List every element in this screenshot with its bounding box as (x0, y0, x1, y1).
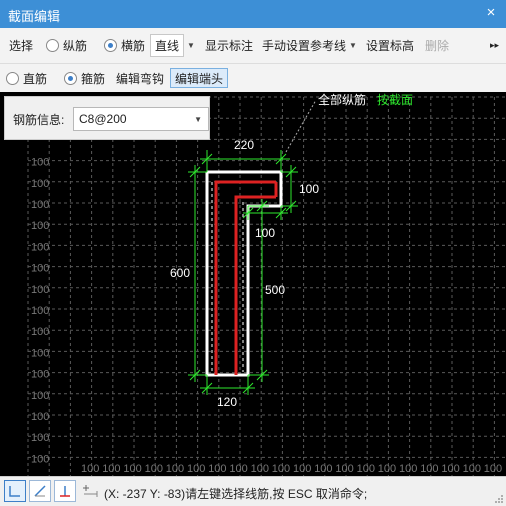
radio-stirrup-label: 箍筋 (81, 71, 106, 86)
rebar-info-value: C8@200 (79, 112, 127, 126)
grid-label: 100 (441, 463, 459, 475)
radio-transverse-label: 横筋 (121, 39, 146, 53)
chevron-down-icon: ▼ (194, 115, 202, 124)
grid-label: 100 (145, 463, 163, 475)
radio-checked-icon (64, 71, 77, 85)
chevron-down-icon: ▼ (187, 41, 195, 50)
manual-ref-line-dropdown[interactable]: 手动设置参考线 ▼ (262, 28, 357, 63)
window-title: 截面编辑 (8, 9, 61, 24)
grid-label: 100 (31, 453, 49, 465)
grid-label: 100 (81, 463, 99, 475)
grid-label: 100 (31, 369, 49, 381)
radio-icon (46, 39, 59, 52)
grid-label: 100 (187, 463, 205, 475)
grid-label: 100 (399, 463, 417, 475)
set-elevation-button[interactable]: 设置标高 (366, 28, 414, 63)
grid-label: 100 (229, 463, 247, 475)
grid-label: 100 (463, 463, 481, 475)
radio-longitudinal-label: 纵筋 (63, 39, 88, 53)
grid-label: 100 (31, 326, 49, 338)
polar-mode-icon[interactable] (29, 480, 51, 502)
radio-icon (6, 71, 19, 85)
grid-label: 100 (208, 463, 226, 475)
grid-label: 100 (272, 463, 290, 475)
grid-label: 100 (31, 157, 49, 169)
close-icon[interactable]: × (482, 4, 500, 22)
edit-end-button[interactable]: 编辑端头 (170, 64, 229, 92)
show-annotation-label: 显示标注 (205, 39, 254, 53)
stirrup-outer (214, 180, 276, 375)
line-type-value: 直线 (150, 34, 185, 57)
radio-checked-icon (104, 39, 117, 52)
rebar-info-label: 钢筋信息: (13, 113, 65, 127)
more-label: ▸▸ (490, 40, 500, 50)
grid-label: 100 (31, 241, 49, 253)
dim-flange-height: 100 (299, 182, 319, 196)
note-by-section: 按截面 (377, 93, 413, 107)
delete-button[interactable]: 删除 (425, 28, 449, 63)
select-label: 选择 (9, 39, 34, 53)
delete-label: 删除 (425, 39, 450, 53)
section-outline (205, 170, 283, 377)
radio-stirrup[interactable]: 箍筋 (64, 64, 105, 92)
chevron-down-icon: ▼ (349, 41, 357, 50)
radio-straight-label: 直筋 (23, 71, 48, 86)
title-bar: 截面编辑 × (0, 0, 506, 28)
grid-label: 100 (31, 284, 49, 296)
grid-label: 100 (31, 178, 49, 190)
grid-label: 100 (31, 411, 49, 423)
edit-end-label: 编辑端头 (170, 68, 229, 88)
grid-label: 100 (378, 463, 396, 475)
show-annotation-button[interactable]: 显示标注 (205, 28, 253, 63)
grid-label: 100 (31, 305, 49, 317)
grid-label: 100 (102, 463, 120, 475)
grid-label: 100 (31, 199, 49, 211)
grid-label: 100 (123, 463, 141, 475)
resize-grip-icon[interactable] (494, 494, 504, 504)
section-drawing: 1001001001001001001001001001001001001001… (27, 92, 506, 476)
rebar-info-panel: 钢筋信息: C8@200 ▼ (4, 96, 210, 140)
grid-label: 100 (357, 463, 375, 475)
line-type-dropdown[interactable]: 直线 ▼ (150, 28, 195, 63)
radio-longitudinal[interactable]: 纵筋 (46, 28, 87, 63)
secondary-toolbar: 直筋 箍筋 编辑弯钩 编辑端头 (0, 64, 506, 92)
grid-label: 100 (335, 463, 353, 475)
add-dimension-icon[interactable] (79, 480, 101, 502)
dim-total-height: 600 (170, 266, 190, 280)
select-button[interactable]: 选择 (9, 28, 33, 63)
grid-label: 100 (31, 390, 49, 402)
status-bar: (X: -237 Y: -83)请左键选择线筋,按 ESC 取消命令; (0, 476, 506, 506)
grid-label: 100 (420, 463, 438, 475)
dim-step-width: 100 (255, 226, 275, 240)
dim-top-width: 220 (234, 138, 254, 152)
status-message: (X: -237 Y: -83)请左键选择线筋,按 ESC 取消命令; (104, 487, 368, 501)
more-icon[interactable]: ▸▸ (490, 28, 499, 63)
set-elevation-label: 设置标高 (366, 39, 415, 53)
rebar-info-combo[interactable]: C8@200 ▼ (73, 107, 209, 131)
grid-label: 100 (31, 432, 49, 444)
snap-mode-icon[interactable] (54, 480, 76, 502)
grid-label: 100 (31, 347, 49, 359)
main-toolbar: 选择 纵筋 横筋 直线 ▼ 显示标注 手动设置参考线 ▼ 设置标高 删除 ▸▸ (0, 28, 506, 64)
radio-straight[interactable]: 直筋 (6, 64, 47, 92)
grid-label: 100 (314, 463, 332, 475)
ortho-mode-icon[interactable] (4, 480, 26, 502)
grid-label: 100 (293, 463, 311, 475)
dim-web-height: 500 (265, 283, 285, 297)
edit-hook-label: 编辑弯钩 (116, 71, 165, 86)
grid-label: 100 (251, 463, 269, 475)
grid-label: 100 (31, 263, 49, 275)
manual-ref-line-label: 手动设置参考线 (262, 39, 347, 53)
grid-label: 100 (484, 463, 502, 475)
leader-line (285, 99, 317, 153)
note-all-longitudinal: 全部纵筋 (318, 92, 366, 107)
dim-bottom-width: 120 (217, 395, 237, 409)
grid-label: 100 (166, 463, 184, 475)
drawing-canvas[interactable]: 100 100 100 100 100 100 100 100 100 100 100 100 100 1… (0, 92, 506, 476)
grid-label: 100 (31, 220, 49, 232)
edit-hook-button[interactable]: 编辑弯钩 (116, 64, 164, 92)
radio-transverse[interactable]: 横筋 (104, 28, 145, 63)
